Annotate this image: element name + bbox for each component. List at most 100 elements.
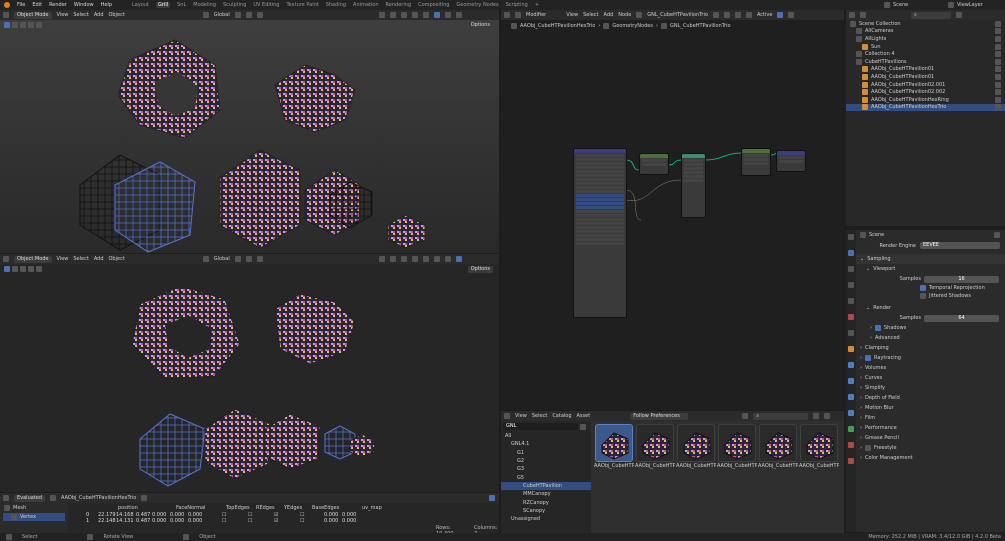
visibility-eye-icon[interactable]	[995, 43, 1001, 50]
shading-material-icon[interactable]	[444, 12, 451, 18]
patterned-cube-3[interactable]	[387, 214, 426, 249]
shading-rendered-icon[interactable]	[455, 12, 462, 18]
column-header[interactable]: YEdges	[284, 505, 312, 511]
panel-raytracing[interactable]: › Raytracing	[856, 353, 1005, 363]
scene-selector[interactable]: Scene	[884, 2, 908, 8]
menu-select[interactable]: Select	[583, 12, 598, 18]
panel-color-management[interactable]: › Color Management	[856, 453, 1005, 463]
catalog-item[interactable]: All	[501, 432, 591, 440]
outliner-item[interactable]: AAObj_CubeHTPavilion02.002	[846, 88, 1005, 96]
evaluated-dropdown[interactable]: Evaluated	[14, 494, 46, 502]
active-dropdown[interactable]: Active	[757, 12, 772, 18]
xray-icon[interactable]	[411, 256, 418, 262]
menu-render[interactable]: Render	[49, 2, 67, 8]
subpanel-render[interactable]: ⌄ Render	[856, 303, 1005, 313]
catalog-item[interactable]: GNL4.1	[501, 440, 591, 448]
checkbox-unchecked-icon[interactable]	[865, 445, 871, 451]
shading-solid-icon[interactable]	[433, 12, 440, 18]
checkbox-checked-icon[interactable]	[865, 355, 871, 361]
node-realize[interactable]	[681, 153, 706, 218]
tab-animation[interactable]: Animation	[353, 2, 379, 8]
pin-icon[interactable]	[745, 12, 752, 18]
xray-icon[interactable]	[411, 12, 418, 18]
column-header[interactable]: REdges	[256, 505, 284, 511]
viewport-bottom[interactable]: Options	[0, 264, 499, 492]
visibility-eye-icon[interactable]	[995, 58, 1001, 65]
tab-sculpting[interactable]: Sculpting	[223, 2, 246, 8]
visibility-eye-icon[interactable]	[995, 73, 1001, 80]
shading-solid-icon[interactable]	[433, 256, 440, 262]
gizmo-icon[interactable]	[389, 256, 396, 262]
duplicate-icon[interactable]	[723, 12, 730, 18]
domain-mesh[interactable]: Mesh	[0, 503, 68, 513]
menu-select[interactable]: Select	[532, 413, 547, 419]
asset-search-input[interactable]: ⌕	[753, 412, 809, 420]
node-set-material[interactable]	[741, 148, 771, 176]
patterned-cube-1[interactable]	[204, 408, 271, 480]
display-mode-icon[interactable]	[742, 413, 749, 419]
menu-object[interactable]: Object	[109, 256, 125, 262]
blender-logo-icon[interactable]	[4, 2, 10, 8]
panel-sampling[interactable]: ⌄ Sampling	[856, 254, 1005, 264]
shading-material-icon[interactable]	[444, 256, 451, 262]
asset-thumbnail[interactable]	[718, 424, 756, 462]
node-group-name[interactable]: GNL_CubeHTPavilionTrio	[647, 12, 708, 18]
outliner-item[interactable]: AAObj_CubeHTPavilionHexRing	[846, 96, 1005, 104]
proportional-edit-icon[interactable]	[256, 12, 263, 18]
tab-shading[interactable]: Shading	[326, 2, 346, 8]
menu-file[interactable]: File	[17, 2, 25, 8]
visibility-eye-icon[interactable]	[995, 96, 1001, 103]
outliner-search-input[interactable]: ⌕	[911, 11, 951, 19]
asset-thumbnail[interactable]	[677, 424, 715, 462]
tab-layout[interactable]: Layout	[132, 2, 149, 8]
panel-simplify[interactable]: › Simplify	[856, 383, 1005, 393]
subpanel-viewport[interactable]: ⌄ Viewport	[856, 264, 1005, 274]
domain-vertex[interactable]: Vertex	[3, 513, 65, 521]
shading-wireframe-icon[interactable]	[422, 12, 429, 18]
editor-type-icon[interactable]	[3, 12, 9, 18]
jittered-shadows-row[interactable]: Jittered Shadows	[856, 292, 1005, 300]
tab-rendering[interactable]: Rendering	[386, 2, 412, 8]
visibility-eye-icon[interactable]	[995, 66, 1001, 73]
panel-film[interactable]: › Film	[856, 413, 1005, 423]
panel-performance[interactable]: › Performance	[856, 423, 1005, 433]
outliner-item[interactable]: Scene Collection	[846, 20, 1005, 28]
panel-volumes[interactable]: › Volumes	[856, 363, 1005, 373]
asset-thumbnail[interactable]	[595, 424, 633, 462]
editor-context-dropdown[interactable]: Modifier	[526, 12, 546, 18]
render-samples-field[interactable]: 64	[924, 314, 999, 322]
patterned-cube-1[interactable]	[219, 149, 301, 249]
panel-curves[interactable]: › Curves	[856, 373, 1005, 383]
outliner-item[interactable]: AAObj_CubeHTPavilion01	[846, 66, 1005, 74]
panel-clamping[interactable]: › Clamping	[856, 343, 1005, 353]
visibility-eye-icon[interactable]	[995, 89, 1001, 96]
menu-add[interactable]: Add	[94, 256, 104, 262]
overlay-icon[interactable]	[400, 256, 407, 262]
data-tab-icon[interactable]	[848, 426, 854, 432]
object-mode-dropdown[interactable]: Object Mode	[14, 11, 52, 19]
physics-tab-icon[interactable]	[848, 394, 854, 400]
catalog-item[interactable]: Unassigned	[501, 515, 591, 523]
column-header[interactable]: uv_map	[362, 505, 402, 511]
filter-icon[interactable]	[489, 495, 495, 501]
catalog-item[interactable]: G3	[501, 465, 591, 473]
node-transform[interactable]	[639, 153, 669, 175]
menu-view[interactable]: View	[57, 12, 69, 18]
editor-type-icon[interactable]	[504, 413, 510, 419]
world-tab-icon[interactable]	[848, 314, 854, 320]
visibility-eye-icon[interactable]	[995, 35, 1001, 42]
hex-trio-object[interactable]	[274, 293, 356, 365]
unlink-icon[interactable]	[734, 12, 741, 18]
tab-snl[interactable]: SnL	[177, 2, 186, 8]
modifier-tab-icon[interactable]	[848, 362, 854, 368]
tab-modeling[interactable]: Modeling	[193, 2, 216, 8]
checkbox-checked-icon[interactable]	[875, 325, 881, 331]
visibility-icon[interactable]	[378, 256, 385, 262]
menu-help[interactable]: Help	[101, 2, 112, 8]
outliner-item[interactable]: AAObj_CubeHTPavilion01	[846, 73, 1005, 81]
view-layer-selector[interactable]: ViewLayer	[948, 2, 983, 8]
catalog-search-input[interactable]: GNL	[503, 423, 578, 430]
catalog-item[interactable]: G5	[501, 473, 591, 481]
constraints-tab-icon[interactable]	[848, 410, 854, 416]
column-header[interactable]: position	[118, 505, 176, 511]
